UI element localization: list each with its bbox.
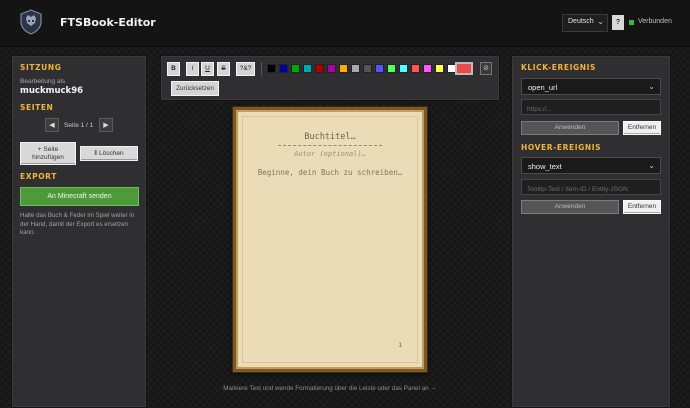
book-page: Buchtitel… Autor (optional)… Beginne, de…	[233, 107, 427, 372]
chevron-down-icon: ⌄	[597, 17, 604, 26]
title-divider	[278, 145, 382, 146]
color-swatch-light-purple[interactable]	[423, 64, 432, 73]
color-swatch-aqua[interactable]	[399, 64, 408, 73]
click-event-action-select[interactable]: open_url ⌄	[521, 78, 661, 95]
app-header: FTSBook-Editor Deutsch ⌄ ? Verbunden	[0, 0, 690, 47]
pages-heading: SEITEN	[20, 103, 54, 112]
click-event-remove-button[interactable]: Entfernen	[623, 121, 661, 135]
username: muckmuck96	[20, 86, 84, 96]
add-page-label-line1: + Seite	[37, 146, 59, 153]
hover-event-action-value: show_text	[528, 162, 562, 171]
book-title-input[interactable]: Buchtitel…	[238, 132, 422, 142]
book-page-number: 1	[398, 341, 402, 349]
hover-event-action-select[interactable]: show_text ⌄	[521, 157, 661, 174]
click-event-action-value: open_url	[528, 83, 558, 92]
hover-event-value-input[interactable]	[521, 179, 661, 195]
connection-status-text: Verbunden	[638, 18, 672, 25]
italic-button[interactable]: I	[186, 62, 199, 76]
underline-button[interactable]: U	[201, 62, 214, 76]
book-author-input[interactable]: Autor (optional)…	[238, 150, 422, 158]
no-entry-icon: ⊘	[483, 64, 489, 72]
formatting-hint: Markiere Text und wende Formatierung übe…	[223, 385, 437, 392]
page-indicator: Seite 1 / 1	[64, 122, 94, 129]
color-swatch-dark-blue[interactable]	[279, 64, 288, 73]
connection-status-icon	[629, 20, 634, 25]
session-panel: SITZUNG Bearbeitung als muckmuck96 SEITE…	[11, 55, 147, 408]
obfuscated-button[interactable]: ?&?	[236, 62, 255, 76]
color-swatch-dark-red[interactable]	[315, 64, 324, 73]
color-swatch-blue[interactable]	[375, 64, 384, 73]
color-swatch-dark-green[interactable]	[291, 64, 300, 73]
bold-button[interactable]: B	[167, 62, 180, 76]
add-page-label-line2: hinzufügen	[32, 154, 64, 161]
color-swatch-green[interactable]	[387, 64, 396, 73]
triangle-right-icon: ▶	[103, 121, 109, 129]
language-select-value: Deutsch	[568, 18, 594, 25]
shield-logo-icon	[20, 9, 42, 35]
chevron-down-icon: ⌄	[648, 82, 655, 91]
color-swatch-dark-aqua[interactable]	[303, 64, 312, 73]
click-event-value-input[interactable]	[521, 99, 661, 115]
hover-event-heading: HOVER-EREIGNIS	[521, 143, 602, 152]
events-panel: KLICK-EREIGNIS open_url ⌄ Anwenden Entfe…	[511, 55, 671, 408]
book-body-editor[interactable]: Beginne, dein Buch zu schreiben…	[238, 168, 422, 177]
session-heading: SITZUNG	[20, 63, 62, 72]
toolbar-divider	[261, 62, 262, 76]
editing-as-label: Bearbeitung als	[20, 78, 66, 85]
color-swatch-dark-gray[interactable]	[363, 64, 372, 73]
format-toolbar: B I U S ?&? ⊘ Zurücksetzen	[160, 55, 500, 101]
trash-icon: ⦀	[94, 150, 98, 157]
help-button[interactable]: ?	[612, 15, 624, 30]
app-title: FTSBook-Editor	[60, 16, 156, 29]
strikethrough-button[interactable]: S	[217, 62, 230, 76]
color-swatch-gold[interactable]	[339, 64, 348, 73]
prev-page-button[interactable]: ◀	[45, 118, 59, 132]
color-swatch-yellow[interactable]	[435, 64, 444, 73]
book-page-inner: Buchtitel… Autor (optional)… Beginne, de…	[236, 110, 424, 369]
color-swatch-gray[interactable]	[351, 64, 360, 73]
delete-page-button[interactable]: ⦀ Löschen	[80, 146, 138, 161]
color-swatch-dark-purple[interactable]	[327, 64, 336, 73]
export-help-text: Halte das Buch & Feder im Spiel weiter i…	[20, 212, 135, 236]
clear-formatting-button[interactable]: ⊘	[480, 62, 492, 75]
language-select[interactable]: Deutsch ⌄	[562, 14, 608, 32]
hover-event-apply-button[interactable]: Anwenden	[521, 200, 619, 214]
send-to-minecraft-button[interactable]: An Minecraft senden	[20, 187, 139, 206]
triangle-left-icon: ◀	[49, 121, 55, 129]
color-swatch-red[interactable]	[411, 64, 420, 73]
click-event-heading: KLICK-EREIGNIS	[521, 63, 596, 72]
add-page-button[interactable]: + Seite hinzufügen	[20, 142, 76, 165]
export-heading: EXPORT	[20, 172, 57, 181]
chevron-down-icon: ⌄	[648, 161, 655, 170]
click-event-apply-button[interactable]: Anwenden	[521, 121, 619, 135]
reset-button[interactable]: Zurücksetzen	[171, 81, 219, 96]
hover-event-remove-button[interactable]: Entfernen	[623, 200, 661, 214]
current-color-picker[interactable]	[455, 62, 473, 75]
delete-page-label: Löschen	[99, 150, 124, 157]
color-swatch-black[interactable]	[267, 64, 276, 73]
next-page-button[interactable]: ▶	[99, 118, 113, 132]
